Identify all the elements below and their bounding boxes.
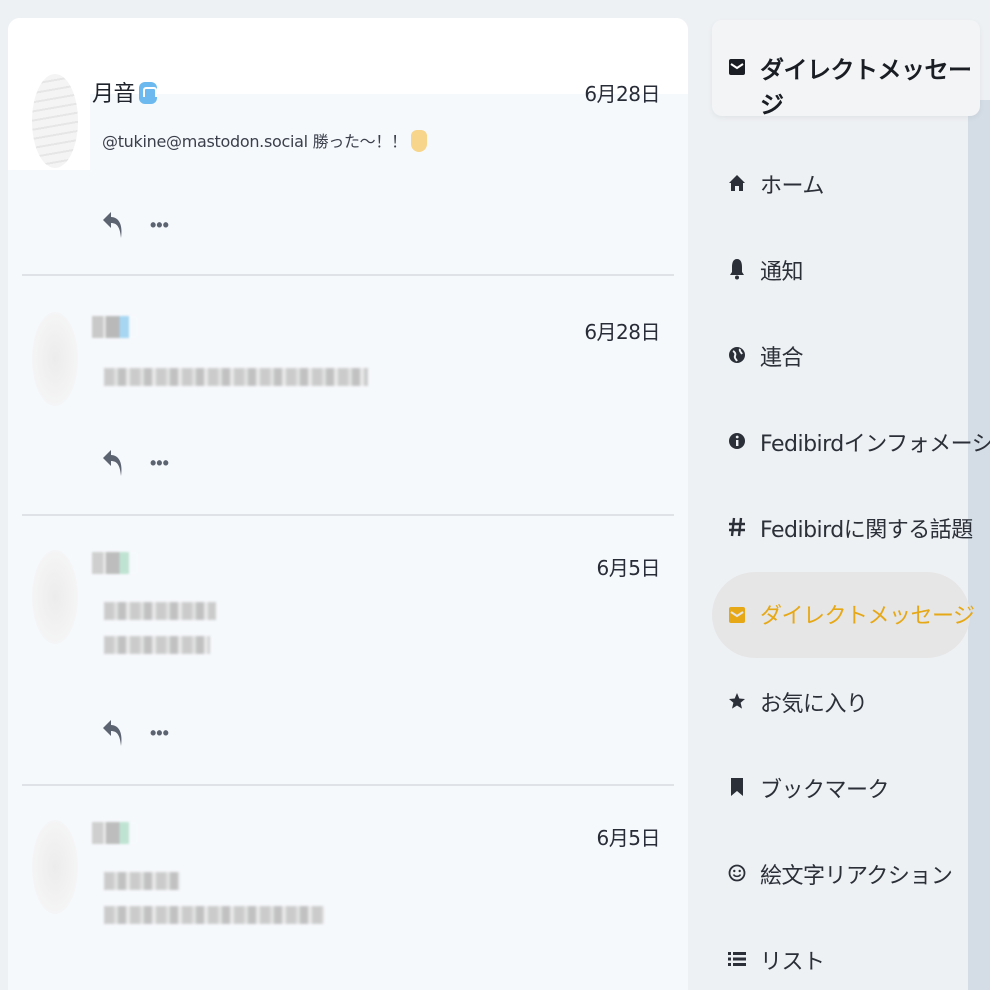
nav-item-emoji-reactions-label: 絵文字リアクション bbox=[760, 864, 953, 889]
navigation-scrollbar[interactable] bbox=[968, 100, 990, 990]
status-item[interactable]: 6月5日 bbox=[8, 786, 688, 990]
nav-item-fedibird-topics-label: Fedibirdに関する話題 bbox=[760, 518, 973, 543]
more-icon[interactable]: ••• bbox=[150, 216, 169, 234]
nav-item-home[interactable] bbox=[712, 140, 970, 226]
globe-icon bbox=[728, 344, 746, 366]
display-name[interactable] bbox=[92, 316, 138, 338]
status-item[interactable]: 6月28日 ••• bbox=[8, 276, 688, 516]
list-icon bbox=[728, 948, 746, 970]
status-content: @tukine@mastodon.social 勝った～！！ bbox=[102, 128, 427, 152]
display-name[interactable] bbox=[92, 552, 138, 574]
status-content bbox=[104, 872, 180, 890]
nav-item-fedibird-info-label: Fedibirdインフォメーション bbox=[760, 432, 990, 457]
hashtag-icon bbox=[728, 516, 746, 538]
more-icon[interactable]: ••• bbox=[150, 724, 169, 742]
status-date[interactable]: 6月5日 bbox=[597, 552, 661, 581]
nav-item-notifications[interactable] bbox=[712, 226, 970, 312]
nav-item-home-label: ホーム bbox=[760, 174, 824, 199]
status-item[interactable]: 月音 6月28日 @tukine@mastodon.social 勝った～！！ … bbox=[8, 18, 688, 276]
status-content bbox=[104, 602, 216, 620]
timeline-column: 月音 6月28日 @tukine@mastodon.social 勝った～！！ … bbox=[8, 18, 688, 990]
envelope-icon bbox=[728, 56, 746, 78]
smile-icon bbox=[728, 862, 746, 884]
status-date[interactable]: 6月28日 bbox=[584, 316, 660, 345]
nav-item-bookmarks-label: ブックマーク bbox=[760, 778, 890, 803]
status-item[interactable]: 6月5日 ••• bbox=[8, 516, 688, 786]
column-header-title: ダイレクトメッセージ bbox=[760, 56, 972, 119]
bookmark-icon bbox=[728, 776, 746, 798]
display-name[interactable] bbox=[92, 822, 138, 844]
reply-icon[interactable] bbox=[102, 208, 124, 240]
nav-item-lists-label: リスト bbox=[760, 950, 825, 975]
nav-item-federated-label: 連合 bbox=[760, 346, 804, 371]
status-date[interactable]: 6月5日 bbox=[597, 822, 661, 851]
status-content-line bbox=[104, 906, 324, 924]
raised-hand-emoji-icon bbox=[410, 130, 427, 152]
home-icon bbox=[728, 172, 746, 194]
reply-icon[interactable] bbox=[102, 446, 124, 478]
nav-item-notifications-label: 通知 bbox=[760, 260, 804, 285]
reply-icon[interactable] bbox=[102, 716, 124, 748]
info-icon bbox=[728, 430, 746, 452]
envelope-icon bbox=[728, 604, 746, 626]
avatar[interactable] bbox=[32, 550, 78, 644]
display-name[interactable]: 月音 bbox=[92, 76, 158, 108]
status-date[interactable]: 6月28日 bbox=[584, 78, 660, 107]
nav-item-federated[interactable] bbox=[712, 312, 970, 398]
mastodon-badge-icon bbox=[139, 82, 158, 104]
bell-icon bbox=[728, 258, 746, 280]
nav-item-favourites-label: お気に入り bbox=[760, 692, 868, 717]
status-content-line bbox=[104, 636, 210, 654]
star-icon bbox=[728, 690, 746, 712]
avatar[interactable] bbox=[32, 820, 78, 914]
avatar[interactable] bbox=[32, 74, 78, 168]
nav-item-lists[interactable] bbox=[712, 916, 970, 990]
status-content bbox=[104, 368, 368, 386]
nav-item-direct-messages-label: ダイレクトメッセージ bbox=[760, 604, 975, 629]
avatar[interactable] bbox=[32, 312, 78, 406]
more-icon[interactable]: ••• bbox=[150, 454, 169, 472]
